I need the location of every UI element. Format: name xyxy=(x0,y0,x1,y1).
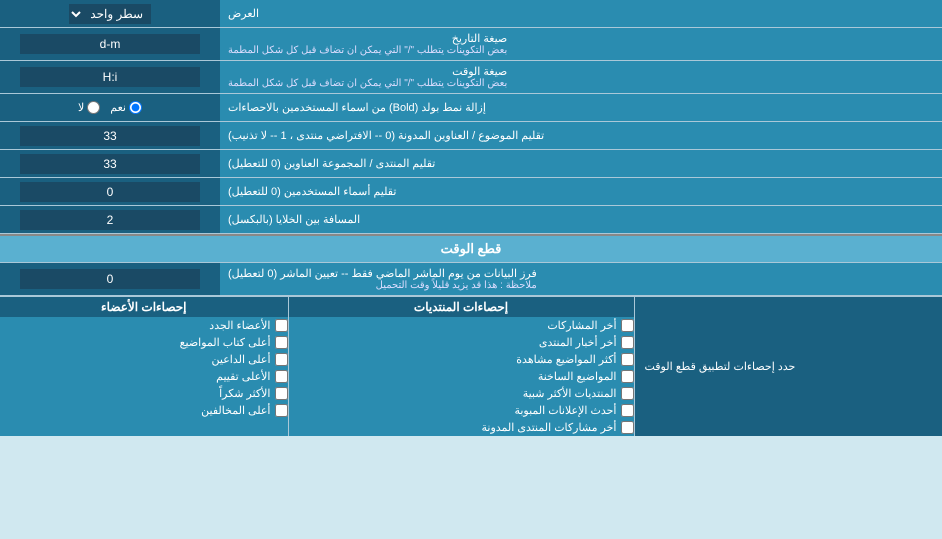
topic-order-row: تقليم الموضوع / العناوين المدونة (0 -- ا… xyxy=(0,122,942,150)
checkbox-a3la-mokhalifeen-input[interactable] xyxy=(275,404,288,417)
forum-order-text: تقليم المنتدى / المجموعة العناوين (0 للت… xyxy=(228,157,435,170)
checkbox-akhir-akhbar-input[interactable] xyxy=(621,336,634,349)
time-format-input[interactable] xyxy=(20,67,200,87)
bold-remove-label: إزالة نمط بولد (Bold) من اسماء المستخدمي… xyxy=(220,94,942,121)
checkbox-akhir-mosharkaat-montada-input[interactable] xyxy=(621,421,634,434)
cutoff-row: فرز البيانات من يوم الماشر الماضي فقط --… xyxy=(0,263,942,296)
checkbox-a3la-kotab-input[interactable] xyxy=(275,336,288,349)
cutoff-note: ملاحظة : هذا قد يزيد قليلاً وقت التحميل xyxy=(228,280,537,291)
user-trim-row: تقليم أسماء المستخدمين (0 للتعطيل) xyxy=(0,178,942,206)
cell-spacing-row: المسافة بين الخلايا (بالبكسل) xyxy=(0,206,942,234)
date-format-row: صيغة التاريخ بعض التكوينات يتطلب "/" الت… xyxy=(0,28,942,61)
checkbox-a3daa-jodod: الأعضاء الجدد xyxy=(0,317,288,334)
checkbox-akhir-akhbar: أخر أخبار المنتدى xyxy=(289,334,634,351)
date-format-input[interactable] xyxy=(20,34,200,54)
member-stats-col: إحصاءات الأعضاء الأعضاء الجدد أعلى كتاب … xyxy=(0,297,288,436)
topic-order-text: تقليم الموضوع / العناوين المدونة (0 -- ا… xyxy=(228,129,544,142)
cutoff-label: فرز البيانات من يوم الماشر الماضي فقط --… xyxy=(220,263,942,295)
display-select[interactable]: سطر واحد سطرين ثلاثة أسطر xyxy=(69,4,151,24)
display-header-row: العرض سطر واحد سطرين ثلاثة أسطر xyxy=(0,0,942,28)
checkbox-a3la-da3een: أعلى الداعين xyxy=(0,351,288,368)
bold-remove-radio-group: نعم لا xyxy=(78,101,142,114)
checkbox-a3la-kotab: أعلى كتاب المواضيع xyxy=(0,334,288,351)
checkbox-montadayat-akthar: المنتديات الأكثر شبية xyxy=(289,385,634,402)
cutoff-section-title: قطع الوقت xyxy=(441,241,502,256)
member-stats-header: إحصاءات الأعضاء xyxy=(0,297,288,317)
checkbox-ahdat-e3lanat: أحدث الإعلانات المبوبة xyxy=(289,402,634,419)
time-format-note: بعض التكوينات يتطلب "/" التي يمكن ان تضا… xyxy=(228,78,507,89)
time-format-input-container[interactable] xyxy=(0,61,220,93)
bold-remove-text: إزالة نمط بولد (Bold) من اسماء المستخدمي… xyxy=(228,101,486,114)
main-container: العرض سطر واحد سطرين ثلاثة أسطر صيغة الت… xyxy=(0,0,942,436)
forum-order-input[interactable] xyxy=(20,154,200,174)
cutoff-section-header: قطع الوقت xyxy=(0,234,942,263)
checkboxes-outer: حدد إحصاءات لتطبيق قطع الوقت إحصاءات الم… xyxy=(0,296,942,436)
bold-remove-yes-radio[interactable] xyxy=(129,101,142,114)
time-format-row: صيغة الوقت بعض التكوينات يتطلب "/" التي … xyxy=(0,61,942,94)
user-trim-input-container[interactable] xyxy=(0,178,220,205)
topic-order-input-container[interactable] xyxy=(0,122,220,149)
user-trim-input[interactable] xyxy=(20,182,200,202)
checkbox-mawadee3-sakhena-input[interactable] xyxy=(621,370,634,383)
time-format-title: صيغة الوقت xyxy=(228,65,507,78)
checkbox-a3la-mokhalifeen: أعلى المخالفين xyxy=(0,402,288,419)
time-format-label: صيغة الوقت بعض التكوينات يتطلب "/" التي … xyxy=(220,61,942,93)
forum-order-label: تقليم المنتدى / المجموعة العناوين (0 للت… xyxy=(220,150,942,177)
checkbox-a3la-da3een-input[interactable] xyxy=(275,353,288,366)
cell-spacing-input-container[interactable] xyxy=(0,206,220,233)
checkbox-akhir-mosharkaat-input[interactable] xyxy=(621,319,634,332)
cutoff-input[interactable] xyxy=(20,269,200,289)
date-format-title: صيغة التاريخ xyxy=(228,32,507,45)
forum-stats-header: إحصاءات المنتديات xyxy=(289,297,634,317)
user-trim-label: تقليم أسماء المستخدمين (0 للتعطيل) xyxy=(220,178,942,205)
forum-order-row: تقليم المنتدى / المجموعة العناوين (0 للت… xyxy=(0,150,942,178)
checkbox-akhir-mosharkaat: أخر المشاركات xyxy=(289,317,634,334)
display-title: العرض xyxy=(228,7,259,20)
checkbox-ahdat-e3lanat-input[interactable] xyxy=(621,404,634,417)
checkbox-mawadee3-sakhena: المواضيع الساخنة xyxy=(289,368,634,385)
bold-remove-yes-label[interactable]: نعم xyxy=(110,101,142,114)
bold-remove-no-radio[interactable] xyxy=(87,101,100,114)
bold-remove-radio-container[interactable]: نعم لا xyxy=(0,94,220,121)
cutoff-input-container[interactable] xyxy=(0,263,220,295)
date-format-input-container[interactable] xyxy=(0,28,220,60)
checkbox-akthar-mawadee3-input[interactable] xyxy=(621,353,634,366)
cell-spacing-input[interactable] xyxy=(20,210,200,230)
display-label: العرض xyxy=(220,0,942,27)
cutoff-title: فرز البيانات من يوم الماشر الماضي فقط --… xyxy=(228,267,537,280)
cutoff-stats-label-text: حدد إحصاءات لتطبيق قطع الوقت xyxy=(645,360,796,373)
topic-order-label: تقليم الموضوع / العناوين المدونة (0 -- ا… xyxy=(220,122,942,149)
user-trim-text: تقليم أسماء المستخدمين (0 للتعطيل) xyxy=(228,185,396,198)
checkbox-a3la-taqeem-input[interactable] xyxy=(275,370,288,383)
bold-remove-row: إزالة نمط بولد (Bold) من اسماء المستخدمي… xyxy=(0,94,942,122)
date-format-label: صيغة التاريخ بعض التكوينات يتطلب "/" الت… xyxy=(220,28,942,60)
bold-remove-no-label[interactable]: لا xyxy=(78,101,100,114)
checkbox-akthar-mawadee3: أكثر المواضيع مشاهدة xyxy=(289,351,634,368)
topic-order-input[interactable] xyxy=(20,126,200,146)
forum-stats-col: إحصاءات المنتديات أخر المشاركات أخر أخبا… xyxy=(288,297,634,436)
checkbox-akthar-shokran-input[interactable] xyxy=(275,387,288,400)
display-select-container[interactable]: سطر واحد سطرين ثلاثة أسطر xyxy=(0,0,220,27)
checkbox-akhir-mosharkaat-montada: أخر مشاركات المنتدى المدونة xyxy=(289,419,634,436)
cutoff-stats-label: حدد إحصاءات لتطبيق قطع الوقت xyxy=(634,297,942,436)
checkbox-montadayat-akthar-input[interactable] xyxy=(621,387,634,400)
date-format-note: بعض التكوينات يتطلب "/" التي يمكن ان تضا… xyxy=(228,45,507,56)
forum-order-input-container[interactable] xyxy=(0,150,220,177)
cell-spacing-text: المسافة بين الخلايا (بالبكسل) xyxy=(228,213,360,226)
cell-spacing-label: المسافة بين الخلايا (بالبكسل) xyxy=(220,206,942,233)
checkbox-a3la-taqeem: الأعلى تقييم xyxy=(0,368,288,385)
checkbox-a3daa-jodod-input[interactable] xyxy=(275,319,288,332)
checkbox-akthar-shokran: الأكثر شكراً xyxy=(0,385,288,402)
